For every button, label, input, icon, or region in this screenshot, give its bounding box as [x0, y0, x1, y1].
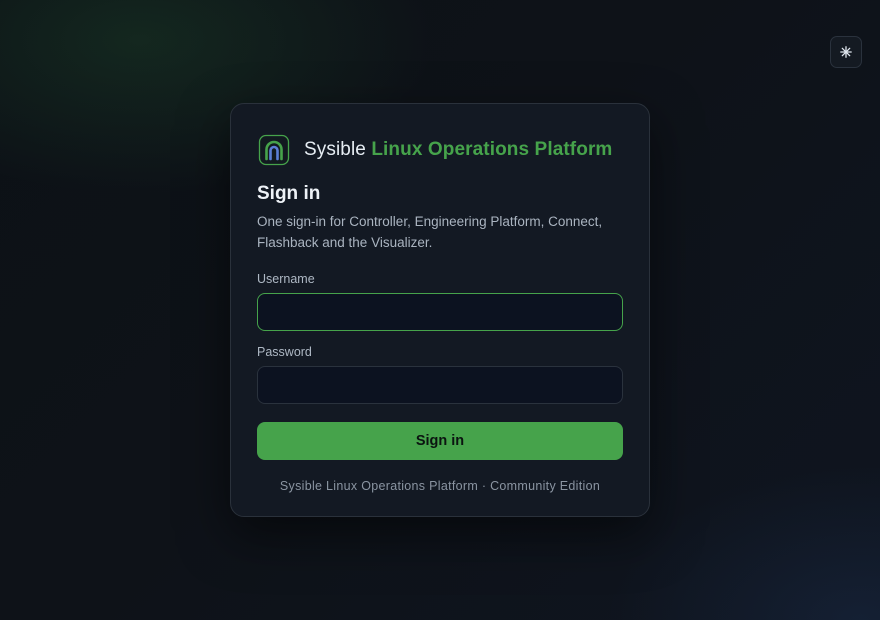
brand-name: Sysible Linux Operations Platform — [304, 139, 612, 161]
sign-in-button[interactable]: Sign in — [257, 422, 623, 460]
brand-name-first: Sysible — [304, 139, 366, 160]
footer-text: Sysible Linux Operations Platform · Comm… — [279, 479, 601, 493]
login-card: Sysible Linux Operations Platform Sign i… — [230, 103, 650, 517]
brand-header: Sysible Linux Operations Platform — [257, 133, 623, 167]
password-input[interactable] — [257, 366, 623, 404]
theme-toggle-button[interactable] — [830, 36, 862, 68]
password-label: Password — [257, 345, 312, 359]
page-subtitle: One sign-in for Controller, Engineering … — [257, 214, 603, 250]
arch-logo-icon — [258, 134, 290, 166]
username-label: Username — [257, 272, 315, 286]
sun-icon — [840, 46, 852, 58]
page-title: Sign in — [257, 183, 321, 204]
username-input[interactable] — [257, 293, 623, 331]
brand-name-rest: Linux Operations Platform — [371, 139, 613, 160]
